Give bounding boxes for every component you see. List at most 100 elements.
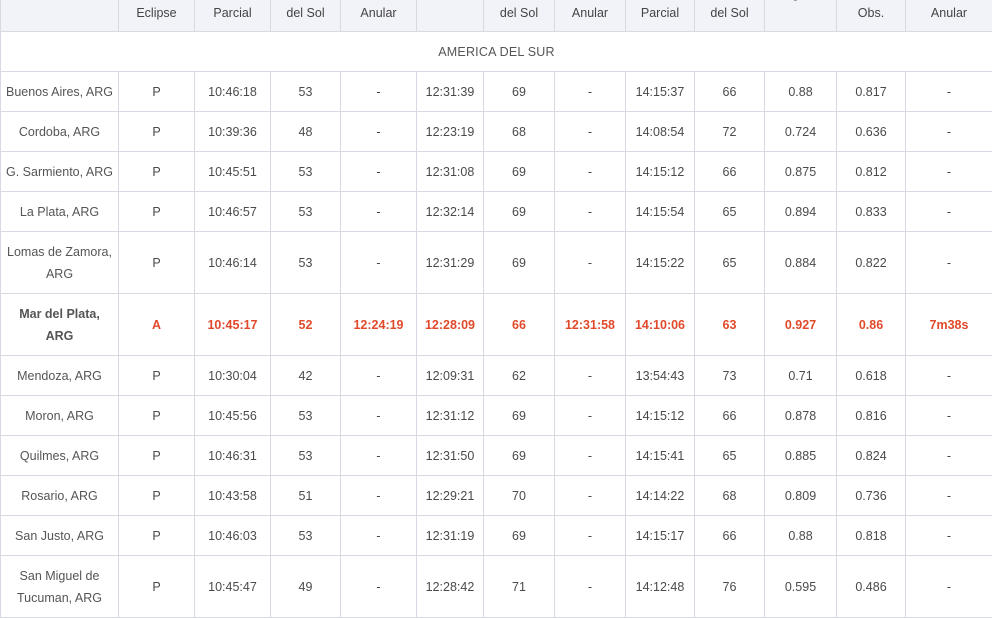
cell-obs: 0.833 [837,192,906,232]
column-header: del Sol [484,0,555,32]
table-row: Rosario, ARGP10:43:5851-12:29:2170-14:14… [1,476,992,516]
cell-start: 10:46:14 [195,232,271,294]
cell-anular-end: - [555,476,626,516]
cell-anular-end: - [555,112,626,152]
region-label: AMERICA DEL SUR [1,32,992,72]
cell-eclipse: A [119,294,195,356]
cell-alt2: 69 [484,436,555,476]
table-row: Quilmes, ARGP10:46:3153-12:31:5069-14:15… [1,436,992,476]
cell-alt1: 53 [271,436,341,476]
cell-obs: 0.486 [837,556,906,618]
cell-eclipse: P [119,516,195,556]
cell-start: 10:30:04 [195,356,271,396]
cell-alt1: 42 [271,356,341,396]
cell-start: 10:46:03 [195,516,271,556]
cell-obs: 0.816 [837,396,906,436]
cell-start: 10:46:18 [195,72,271,112]
cell-anular-end: 12:31:58 [555,294,626,356]
cell-eclipse: P [119,192,195,232]
column-header-label: Parcial [195,6,270,20]
cell-city: Cordoba, ARG [1,112,119,152]
cell-alt3: 63 [695,294,765,356]
column-header-label: Ciudd [1,0,118,1]
cell-anular-dur: - [906,396,992,436]
column-header-label: Parcial [626,6,694,20]
column-header-label: Anular [341,6,416,20]
cell-alt1: 53 [271,516,341,556]
column-header-label: del Sol [484,6,554,20]
table-row: Mar del Plata, ARGA10:45:175212:24:1912:… [1,294,992,356]
cell-start: 10:45:56 [195,396,271,436]
cell-alt1: 53 [271,232,341,294]
cell-eclipse: P [119,556,195,618]
column-header-label: Maximo [417,0,483,1]
cell-city: La Plata, ARG [1,192,119,232]
table-row: Mendoza, ARGP10:30:0442-12:09:3162-13:54… [1,356,992,396]
cell-alt1: 53 [271,72,341,112]
cell-magnitude: 0.88 [765,516,837,556]
cell-alt3: 65 [695,232,765,294]
cell-max: 12:09:31 [417,356,484,396]
cell-max: 12:31:12 [417,396,484,436]
cell-eclipse: P [119,436,195,476]
cell-alt2: 66 [484,294,555,356]
cell-end: 14:15:12 [626,152,695,192]
column-header: Ciudd [1,0,119,32]
cell-anular-dur: 7m38s [906,294,992,356]
cell-alt2: 70 [484,476,555,516]
cell-anular-dur: - [906,356,992,396]
table-row: Lomas de Zamora, ARGP10:46:1453-12:31:29… [1,232,992,294]
cell-eclipse: P [119,232,195,294]
cell-max: 12:28:42 [417,556,484,618]
cell-eclipse: P [119,72,195,112]
cell-obs: 0.636 [837,112,906,152]
cell-alt2: 69 [484,232,555,294]
column-header: Maximo [417,0,484,32]
cell-anular-start: - [341,232,417,294]
column-header-label: Eclipse [119,6,194,20]
cell-alt3: 65 [695,436,765,476]
cell-obs: 0.817 [837,72,906,112]
cell-magnitude: 0.884 [765,232,837,294]
cell-start: 10:46:57 [195,192,271,232]
cell-start: 10:46:31 [195,436,271,476]
column-header: del Sol [271,0,341,32]
cell-end: 14:15:54 [626,192,695,232]
cell-anular-dur: - [906,516,992,556]
cell-alt3: 76 [695,556,765,618]
cell-alt1: 52 [271,294,341,356]
cell-end: 13:54:43 [626,356,695,396]
cell-end: 14:15:12 [626,396,695,436]
cell-max: 12:31:50 [417,436,484,476]
cell-max: 12:29:21 [417,476,484,516]
cell-alt2: 69 [484,72,555,112]
cell-alt1: 51 [271,476,341,516]
cell-anular-dur: - [906,436,992,476]
cell-anular-start: 12:24:19 [341,294,417,356]
cell-max: 12:31:08 [417,152,484,192]
cell-max: 12:31:39 [417,72,484,112]
cell-city: Moron, ARG [1,396,119,436]
cell-max: 12:31:29 [417,232,484,294]
column-header-label: Anular [906,6,992,20]
column-header: Parcial [626,0,695,32]
cell-alt1: 49 [271,556,341,618]
cell-city: Mendoza, ARG [1,356,119,396]
cell-max: 12:31:19 [417,516,484,556]
cell-magnitude: 0.71 [765,356,837,396]
cell-obs: 0.736 [837,476,906,516]
table-row: Cordoba, ARGP10:39:3648-12:23:1968-14:08… [1,112,992,152]
cell-anular-end: - [555,356,626,396]
column-header-label: Anular [555,6,625,20]
cell-obs: 0.812 [837,152,906,192]
cell-city: Mar del Plata, ARG [1,294,119,356]
cell-obs: 0.818 [837,516,906,556]
cell-anular-end: - [555,152,626,192]
cell-alt2: 62 [484,356,555,396]
cell-anular-start: - [341,396,417,436]
cell-anular-dur: - [906,152,992,192]
cell-eclipse: P [119,396,195,436]
cell-anular-dur: - [906,476,992,516]
cell-city: Quilmes, ARG [1,436,119,476]
column-header: Anular [341,0,417,32]
